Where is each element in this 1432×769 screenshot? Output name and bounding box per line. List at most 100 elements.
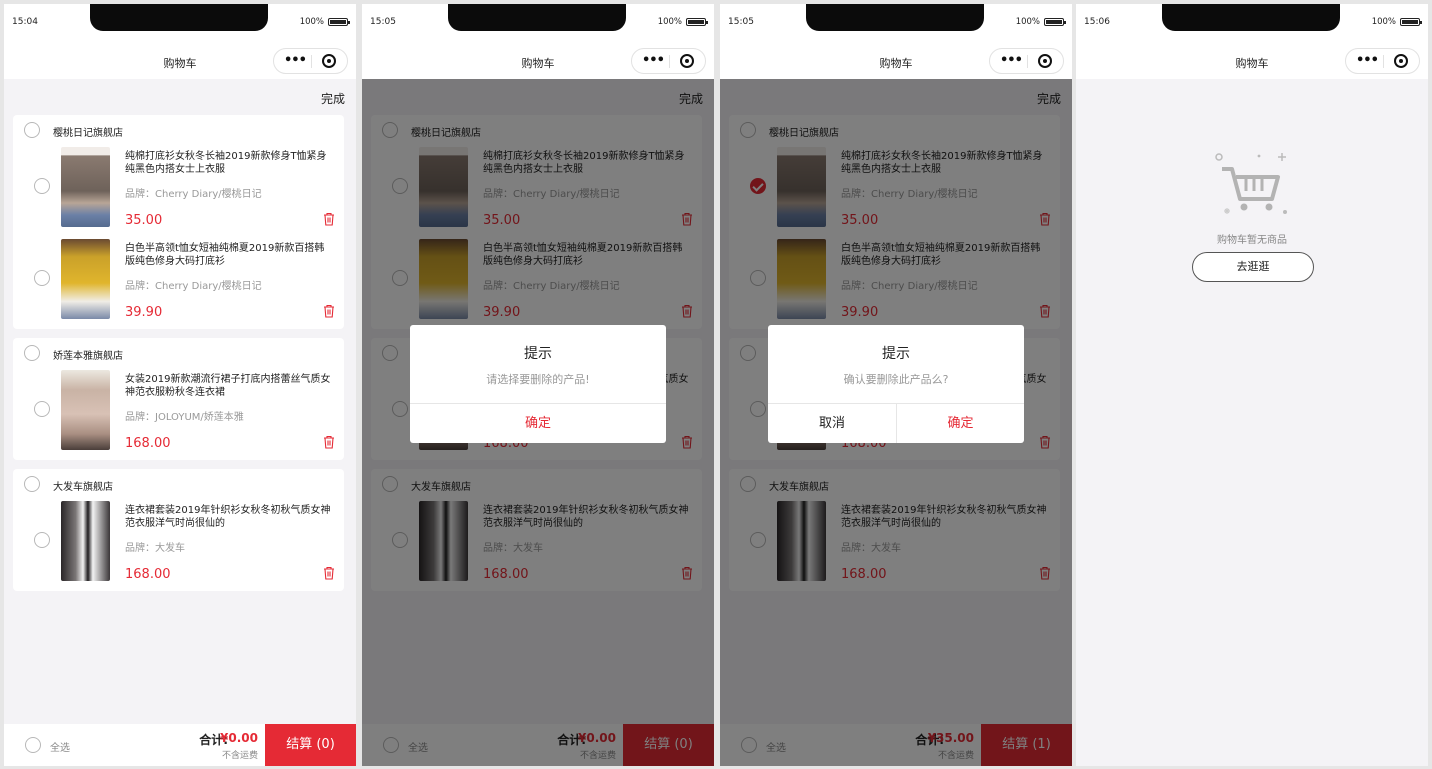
item-select-radio[interactable] xyxy=(34,532,50,548)
more-icon[interactable]: ••• xyxy=(1356,53,1379,69)
battery-icon xyxy=(1400,18,1422,26)
status-time: 15:05 xyxy=(728,17,754,27)
more-icon[interactable]: ••• xyxy=(284,53,307,69)
item-select-radio[interactable] xyxy=(34,401,50,417)
close-target-icon[interactable] xyxy=(1394,54,1408,68)
screen-cart-alert: 完成 樱桃日记旗舰店 纯棉打底衫女秋冬长袖2019新款修身T恤紧身纯黑色内搭女士… xyxy=(362,4,714,766)
product-price: 168.00 xyxy=(125,436,171,451)
nav-bar: 购物车 ••• xyxy=(4,42,356,79)
confirm-dialog: 提示确认要删除此产品么? 取消 确定 xyxy=(768,325,1024,443)
screen-cart-confirm: 完成 樱桃日记旗舰店 纯棉打底衫女秋冬长袖2019新款修身T恤紧身纯黑色内搭女士… xyxy=(720,4,1072,766)
cart-item: 纯棉打底衫女秋冬长袖2019新款修身T恤紧身纯黑色内搭女士上衣服 品牌：Cher… xyxy=(13,145,344,237)
nav-bar: 购物车 ••• xyxy=(720,42,1072,79)
cart-item: 连衣裙套装2019年针织衫女秋冬初秋气质女神范衣服洋气时尚很仙的 品牌：大发车 … xyxy=(13,499,344,591)
product-title[interactable]: 纯棉打底衫女秋冬长袖2019新款修身T恤紧身纯黑色内搭女士上衣服 xyxy=(125,150,331,176)
product-title[interactable]: 连衣裙套装2019年针织衫女秋冬初秋气质女神范衣服洋气时尚很仙的 xyxy=(125,504,331,530)
nav-bar: 购物车 ••• xyxy=(362,42,714,79)
select-all-radio[interactable] xyxy=(25,737,41,753)
trash-icon[interactable] xyxy=(323,212,335,226)
store-card: 大发车旗舰店 连衣裙套装2019年针织衫女秋冬初秋气质女神范衣服洋气时尚很仙的 … xyxy=(13,469,344,591)
store-select-radio[interactable] xyxy=(24,345,40,361)
capsule-divider xyxy=(311,55,312,68)
product-thumbnail[interactable] xyxy=(61,370,110,450)
product-title[interactable]: 白色半高领t恤女短袖纯棉夏2019新款百搭韩版纯色修身大码打底衫 xyxy=(125,242,331,268)
alert-dialog: 提示请选择要删除的产品! 确定 xyxy=(410,325,666,443)
product-brand: 品牌：Cherry Diary/樱桃日记 xyxy=(125,281,262,292)
dialog-message: 请选择要删除的产品! xyxy=(486,373,590,386)
store-header: 娇莲本雅旗舰店 xyxy=(13,338,344,368)
dialog-cancel-button[interactable]: 取消 xyxy=(768,404,896,443)
trash-icon[interactable] xyxy=(323,435,335,449)
status-time: 15:04 xyxy=(12,17,38,27)
screen-cart-edit: 完成 樱桃日记旗舰店 纯棉打底衫女秋冬长袖2019新款修身T恤紧身纯黑色内搭女士… xyxy=(4,4,356,766)
select-all-label[interactable]: 全选 xyxy=(50,739,70,754)
dialog-title: 提示 xyxy=(882,346,910,362)
dialog-title: 提示 xyxy=(524,346,552,362)
battery-percent: 100% xyxy=(1371,17,1396,27)
status-bar: 15:04 100% xyxy=(4,4,356,42)
capsule-divider xyxy=(1027,55,1028,68)
empty-cart-text: 购物车暂无商品 xyxy=(1217,235,1287,246)
battery-icon xyxy=(1044,18,1066,26)
go-shopping-button[interactable]: 去逛逛 xyxy=(1192,252,1314,282)
miniprogram-capsule: ••• xyxy=(273,48,348,74)
more-icon[interactable]: ••• xyxy=(1000,53,1023,69)
device-notch xyxy=(1162,4,1340,31)
close-target-icon[interactable] xyxy=(322,54,336,68)
store-select-radio[interactable] xyxy=(24,476,40,492)
product-brand: 品牌：Cherry Diary/樱桃日记 xyxy=(125,189,262,200)
status-time: 15:05 xyxy=(370,17,396,27)
trash-icon[interactable] xyxy=(323,566,335,580)
status-bar: 15:05 100% xyxy=(720,4,1072,42)
store-card: 樱桃日记旗舰店 纯棉打底衫女秋冬长袖2019新款修身T恤紧身纯黑色内搭女士上衣服… xyxy=(13,115,344,329)
screen-cart-empty: 购物车暂无商品 去逛逛 15:06 100% 购物车 ••• xyxy=(1076,4,1428,766)
store-name: 娇莲本雅旗舰店 xyxy=(53,351,123,362)
product-brand: 品牌：大发车 xyxy=(125,543,185,554)
miniprogram-capsule: ••• xyxy=(1345,48,1420,74)
total-value: ¥0.00 xyxy=(220,731,258,745)
product-price: 168.00 xyxy=(125,567,171,582)
dialog-confirm-button[interactable]: 确定 xyxy=(410,404,666,443)
product-price: 39.90 xyxy=(125,305,163,320)
store-header: 大发车旗舰店 xyxy=(13,469,344,499)
cart-item: 白色半高领t恤女短袖纯棉夏2019新款百搭韩版纯色修身大码打底衫 品牌：Cher… xyxy=(13,237,344,329)
item-select-radio[interactable] xyxy=(34,270,50,286)
battery-percent: 100% xyxy=(299,17,324,27)
product-price: 35.00 xyxy=(125,213,163,228)
product-thumbnail[interactable] xyxy=(61,501,110,581)
store-name: 樱桃日记旗舰店 xyxy=(53,128,123,139)
capsule-divider xyxy=(1383,55,1384,68)
close-target-icon[interactable] xyxy=(680,54,694,68)
store-name: 大发车旗舰店 xyxy=(53,482,113,493)
more-icon[interactable]: ••• xyxy=(642,53,665,69)
product-thumbnail[interactable] xyxy=(61,239,110,319)
device-notch xyxy=(806,4,984,31)
item-select-radio[interactable] xyxy=(34,178,50,194)
miniprogram-capsule: ••• xyxy=(989,48,1064,74)
checkout-button[interactable]: 结算 (0) xyxy=(265,724,356,766)
dialog-confirm-button[interactable]: 确定 xyxy=(897,404,1024,443)
product-thumbnail[interactable] xyxy=(61,147,110,227)
status-bar: 15:06 100% xyxy=(1076,4,1428,42)
checkout-bar: 全选 合计: ¥0.00 不含运费 结算 (0) xyxy=(4,724,356,766)
store-header: 樱桃日记旗舰店 xyxy=(13,115,344,145)
status-time: 15:06 xyxy=(1084,17,1110,27)
dialog-message: 确认要删除此产品么? xyxy=(843,373,949,386)
capsule-divider xyxy=(669,55,670,68)
trash-icon[interactable] xyxy=(323,304,335,318)
battery-icon xyxy=(328,18,350,26)
battery-percent: 100% xyxy=(1015,17,1040,27)
close-target-icon[interactable] xyxy=(1038,54,1052,68)
battery-percent: 100% xyxy=(657,17,682,27)
store-card: 娇莲本雅旗舰店 女装2019新款潮流行裙子打底内搭蕾丝气质女神范衣服粉秋冬连衣裙… xyxy=(13,338,344,460)
done-button[interactable]: 完成 xyxy=(321,90,345,107)
empty-cart-icon xyxy=(1215,153,1287,214)
battery-icon xyxy=(686,18,708,26)
product-title[interactable]: 女装2019新款潮流行裙子打底内搭蕾丝气质女神范衣服粉秋冬连衣裙 xyxy=(125,373,331,399)
device-notch xyxy=(90,4,268,31)
product-brand: 品牌：JOLOYUM/娇莲本雅 xyxy=(125,412,244,423)
status-bar: 15:05 100% xyxy=(362,4,714,42)
cart-item: 女装2019新款潮流行裙子打底内搭蕾丝气质女神范衣服粉秋冬连衣裙 品牌：JOLO… xyxy=(13,368,344,460)
store-select-radio[interactable] xyxy=(24,122,40,138)
shipping-note: 不含运费 xyxy=(221,751,258,761)
